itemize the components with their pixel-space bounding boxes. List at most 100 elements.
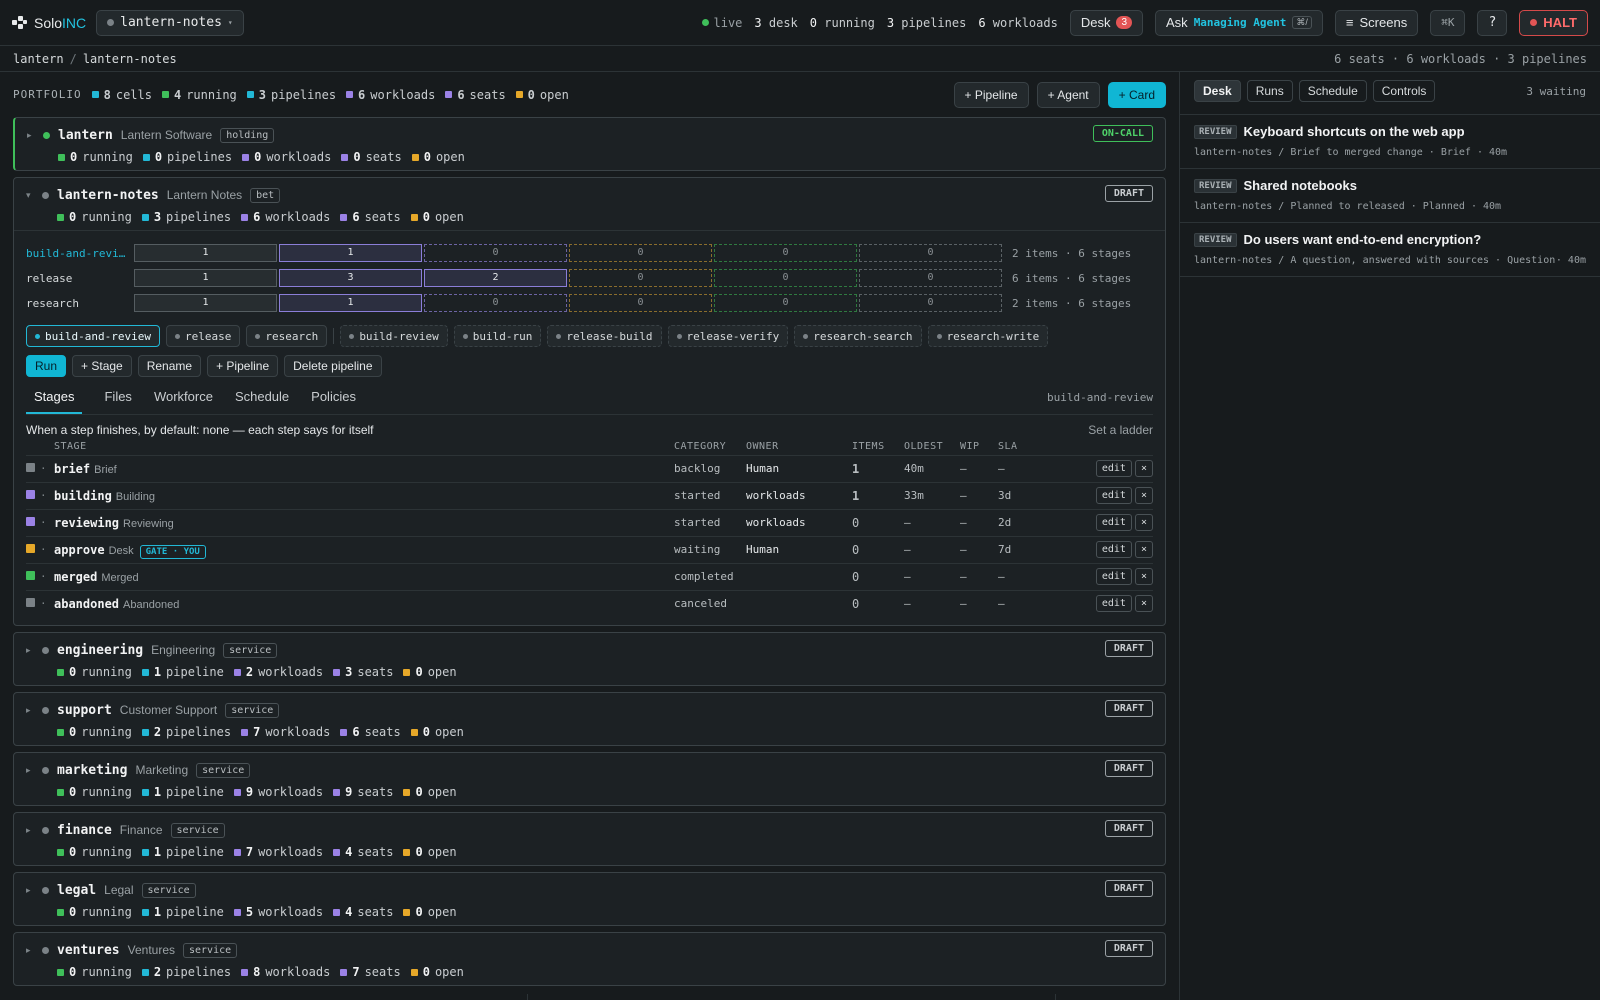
cell-header[interactable]: ▸ engineering Engineering service 0 runni…: [14, 633, 1165, 685]
run-button[interactable]: Run: [26, 355, 67, 377]
table-row[interactable]: · brief Brief backlog Human 1 40m — — edi…: [26, 454, 1153, 482]
stage-count-box[interactable]: 0: [859, 294, 1002, 312]
add-pipeline-inline-button[interactable]: + Pipeline: [207, 355, 279, 377]
drag-handle-icon[interactable]: ·: [40, 454, 54, 482]
cell-header[interactable]: ▾ lantern-notes Lantern Notes bet 0 runni…: [14, 178, 1165, 230]
screens-button[interactable]: ≡ Screens: [1334, 9, 1419, 36]
tab-runs[interactable]: Runs: [1246, 80, 1293, 102]
table-row[interactable]: · abandoned Abandoned canceled 0 — — — ed…: [26, 589, 1153, 617]
tab-schedule[interactable]: Schedule: [1298, 80, 1367, 102]
stage-count-box[interactable]: 0: [859, 269, 1002, 287]
drag-handle-icon[interactable]: ·: [40, 589, 54, 617]
set-ladder-link[interactable]: Set a ladder: [1088, 423, 1153, 437]
command-palette-button[interactable]: ⌘K: [1430, 9, 1466, 36]
subtab-schedule[interactable]: Schedule: [235, 389, 289, 414]
caret-right-icon[interactable]: ▸: [26, 645, 34, 656]
stage-count-box[interactable]: 1: [279, 244, 422, 262]
remove-stage-button[interactable]: ×: [1134, 595, 1153, 613]
caret-right-icon[interactable]: ▸: [26, 765, 34, 776]
remove-stage-button[interactable]: ×: [1134, 487, 1153, 504]
edit-stage-button[interactable]: edit: [1095, 460, 1132, 477]
stage-count-box[interactable]: 0: [714, 294, 857, 312]
add-stage-button[interactable]: + Stage: [72, 355, 132, 377]
workload-tab[interactable]: build-review: [340, 325, 448, 347]
cell-state-pill[interactable]: ON-CALL: [1092, 125, 1153, 142]
delete-pipeline-button[interactable]: Delete pipeline: [284, 355, 382, 377]
cell-state-pill[interactable]: DRAFT: [1104, 880, 1153, 897]
logo[interactable]: SoloINC: [12, 15, 86, 31]
pipeline-row[interactable]: research 1 1 0 0 0 0 2 items · 6 stages: [26, 291, 1153, 315]
stage-count-box[interactable]: 3: [279, 269, 422, 287]
stage-count-box[interactable]: 0: [714, 244, 857, 262]
cell-header[interactable]: ▸ finance Finance service 0 running 1 pipel…: [14, 813, 1165, 865]
caret-right-icon[interactable]: ▸: [26, 885, 34, 896]
desk-item[interactable]: REVIEW Keyboard shortcuts on the web app …: [1180, 115, 1600, 169]
drag-handle-icon[interactable]: ·: [40, 535, 54, 563]
cell-header[interactable]: ▸ support Customer Support service 0 runn…: [14, 693, 1165, 745]
drag-handle-icon[interactable]: ·: [40, 481, 54, 509]
pipeline-name[interactable]: build-and-revi…: [26, 247, 134, 260]
pipeline-tab[interactable]: research: [246, 325, 328, 347]
pipeline-tab[interactable]: release: [165, 325, 241, 347]
edit-stage-button[interactable]: edit: [1095, 487, 1132, 504]
table-row[interactable]: · approve Desk GATE · YOU waiting Human 0 …: [26, 535, 1153, 563]
remove-stage-button[interactable]: ×: [1134, 514, 1153, 531]
stage-count-box[interactable]: 0: [569, 244, 712, 262]
add-card-button[interactable]: + Card: [1107, 81, 1166, 108]
remove-stage-button[interactable]: ×: [1134, 460, 1153, 477]
drag-handle-icon[interactable]: ·: [40, 562, 54, 590]
stage-count-box[interactable]: 1: [134, 269, 277, 287]
stage-count-box[interactable]: 0: [424, 294, 567, 312]
pipeline-row[interactable]: release 1 3 2 0 0 0 6 items · 6 stages: [26, 266, 1153, 290]
cell-state-pill[interactable]: DRAFT: [1104, 640, 1153, 657]
stage-count-box[interactable]: 0: [424, 244, 567, 262]
edit-stage-button[interactable]: edit: [1095, 595, 1132, 613]
ask-agent-button[interactable]: Ask Managing Agent ⌘/: [1155, 9, 1323, 36]
edit-stage-button[interactable]: edit: [1095, 541, 1132, 558]
subtab-files[interactable]: Files: [104, 389, 131, 414]
edit-stage-button[interactable]: edit: [1095, 514, 1132, 531]
cell-header[interactable]: ▸ legal Legal service 0 running 1 pipeline 5…: [14, 873, 1165, 925]
project-switcher[interactable]: lantern-notes ▾: [96, 9, 244, 36]
cell-state-pill[interactable]: DRAFT: [1104, 760, 1153, 777]
cell-state-pill[interactable]: DRAFT: [1104, 940, 1153, 957]
stage-count-box[interactable]: 0: [569, 269, 712, 287]
cell-state-pill[interactable]: DRAFT: [1104, 700, 1153, 717]
rename-button[interactable]: Rename: [137, 355, 202, 377]
desk-item[interactable]: REVIEW Do users want end-to-end encryptio…: [1180, 223, 1600, 277]
caret-right-icon[interactable]: ▸: [27, 130, 35, 141]
table-row[interactable]: · building Building started workloads 1 3…: [26, 481, 1153, 509]
cell-state-pill[interactable]: DRAFT: [1104, 820, 1153, 837]
stage-count-box[interactable]: 0: [859, 244, 1002, 262]
caret-right-icon[interactable]: ▸: [26, 945, 34, 956]
subtab-workforce[interactable]: Workforce: [154, 389, 213, 414]
subtab-stages[interactable]: Stages: [26, 389, 83, 414]
caret-right-icon[interactable]: ▸: [26, 705, 34, 716]
table-row[interactable]: · merged Merged completed 0 — — — edit ×: [26, 562, 1153, 590]
workload-tab[interactable]: research-write: [927, 325, 1049, 347]
stage-count-box[interactable]: 0: [714, 269, 857, 287]
pipeline-row[interactable]: build-and-revi… 1 1 0 0 0 0 2 items · 6 stages: [26, 241, 1153, 265]
add-agent-button[interactable]: + Agent: [1036, 81, 1100, 108]
caret-down-icon[interactable]: ▾: [26, 190, 34, 201]
desk-item[interactable]: REVIEW Shared notebooks lantern-notes / P…: [1180, 169, 1600, 223]
breadcrumb-root[interactable]: lantern: [13, 52, 64, 66]
pipeline-name[interactable]: research: [26, 297, 134, 310]
stage-count-box[interactable]: 2: [424, 269, 567, 287]
stage-count-box[interactable]: 1: [279, 294, 422, 312]
cell-header[interactable]: ▸ marketing Marketing service 0 running 1 p…: [14, 753, 1165, 805]
pipeline-tab[interactable]: build-and-review: [26, 325, 160, 347]
add-pipeline-button[interactable]: + Pipeline: [953, 81, 1029, 108]
pipeline-name[interactable]: release: [26, 272, 134, 285]
remove-stage-button[interactable]: ×: [1134, 568, 1153, 585]
table-row[interactable]: · reviewing Reviewing started workloads 0…: [26, 508, 1153, 536]
caret-right-icon[interactable]: ▸: [26, 825, 34, 836]
edit-stage-button[interactable]: edit: [1095, 568, 1132, 585]
help-button[interactable]: ?: [1477, 9, 1508, 36]
drag-handle-icon[interactable]: ·: [40, 508, 54, 536]
workload-tab[interactable]: release-build: [547, 325, 662, 347]
cell-header[interactable]: ▸ lantern Lantern Software holding 0 runn…: [15, 118, 1165, 170]
cell-state-pill[interactable]: DRAFT: [1104, 185, 1153, 202]
subtab-policies[interactable]: Policies: [311, 389, 356, 414]
halt-button[interactable]: HALT: [1519, 9, 1588, 36]
